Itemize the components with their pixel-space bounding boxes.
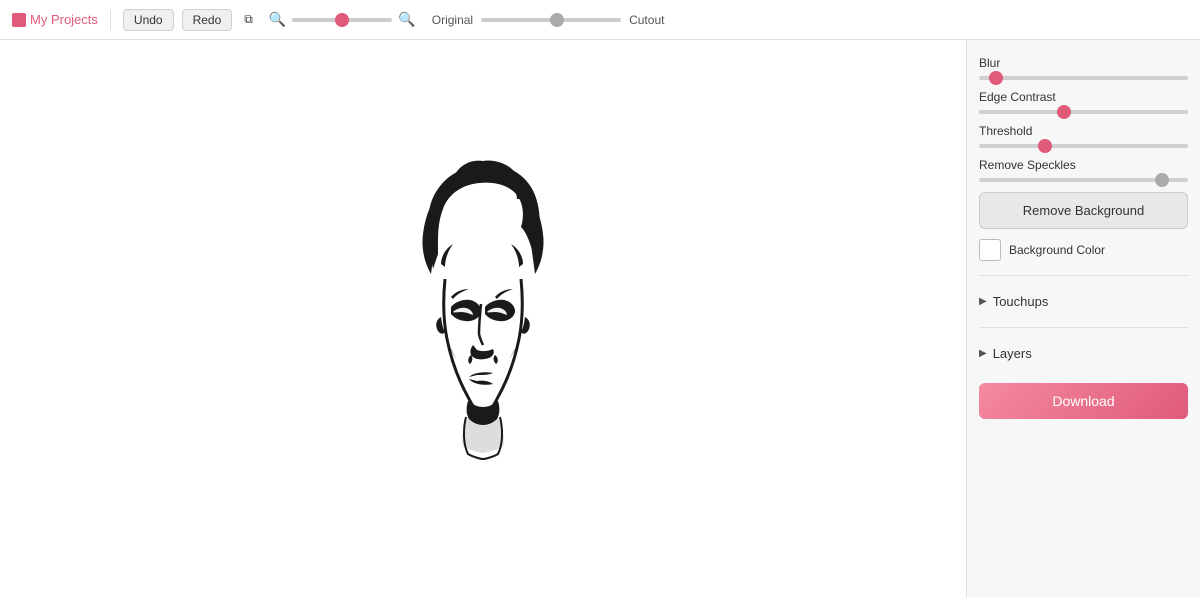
blur-label: Blur — [979, 56, 1188, 70]
threshold-section: Threshold — [979, 124, 1188, 148]
remove-speckles-section: Remove Speckles — [979, 158, 1188, 182]
redo-button[interactable]: Redo — [182, 9, 233, 31]
touchups-label: Touchups — [993, 294, 1049, 309]
layers-arrow-icon: ▶ — [979, 348, 987, 359]
download-button[interactable]: Download — [979, 383, 1188, 419]
panel-divider-2 — [979, 327, 1188, 328]
background-color-label: Background Color — [1009, 243, 1105, 257]
layers-label: Layers — [993, 346, 1032, 361]
canvas-area — [0, 40, 966, 597]
blur-slider[interactable] — [979, 76, 1188, 80]
speckles-slider[interactable] — [979, 178, 1188, 182]
background-color-swatch[interactable] — [979, 239, 1001, 261]
zoom-slider[interactable] — [292, 18, 392, 22]
remove-background-button[interactable]: Remove Background — [979, 192, 1188, 229]
background-color-row: Background Color — [979, 239, 1188, 261]
my-projects-link[interactable]: My Projects — [12, 12, 98, 27]
toolbar: My Projects Undo Redo ⧉ 🔍 🔍 Original Cut… — [0, 0, 1200, 40]
toolbar-divider — [110, 10, 111, 30]
zoom-out-icon: 🔍 — [269, 11, 286, 28]
view-section: Original Cutout — [432, 13, 665, 27]
view-original-label: Original — [432, 13, 473, 27]
remove-speckles-label: Remove Speckles — [979, 158, 1188, 172]
threshold-label: Threshold — [979, 124, 1188, 138]
edge-contrast-label: Edge Contrast — [979, 90, 1188, 104]
blur-section: Blur — [979, 56, 1188, 80]
right-panel: Blur Edge Contrast Threshold Remove Spec… — [966, 40, 1200, 597]
duplicate-button[interactable]: ⧉ — [240, 8, 257, 31]
zoom-section: 🔍 🔍 — [269, 11, 416, 28]
main-area: Blur Edge Contrast Threshold Remove Spec… — [0, 40, 1200, 597]
my-projects-icon — [12, 13, 26, 27]
threshold-slider[interactable] — [979, 144, 1188, 148]
my-projects-label: My Projects — [30, 12, 98, 27]
edge-contrast-slider[interactable] — [979, 110, 1188, 114]
view-cutout-label: Cutout — [629, 13, 664, 27]
face-illustration — [373, 149, 593, 489]
layers-row[interactable]: ▶ Layers — [979, 342, 1188, 365]
edge-contrast-section: Edge Contrast — [979, 90, 1188, 114]
zoom-in-icon: 🔍 — [398, 11, 415, 28]
touchups-row[interactable]: ▶ Touchups — [979, 290, 1188, 313]
touchups-arrow-icon: ▶ — [979, 296, 987, 307]
panel-divider-1 — [979, 275, 1188, 276]
undo-button[interactable]: Undo — [123, 9, 174, 31]
view-slider[interactable] — [481, 18, 621, 22]
